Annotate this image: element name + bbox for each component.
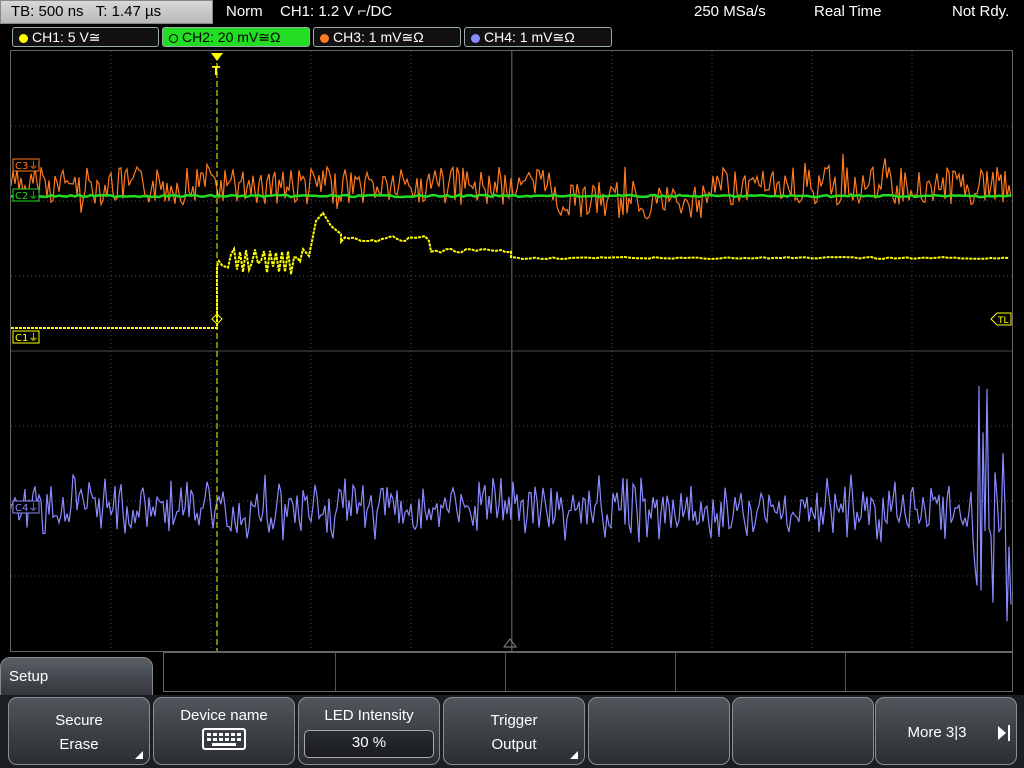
ch1-dot-icon	[19, 34, 28, 43]
channel-tab-label: CH4: 1 mV≅Ω	[484, 29, 575, 45]
svg-text:C4⏚: C4⏚	[15, 502, 38, 514]
scope-canvas[interactable]: T C1⏚ C3⏚ C2⏚ C4⏚ TL	[11, 51, 1012, 651]
horizontal-position-marker-icon	[503, 638, 517, 648]
ch3-dot-icon	[320, 34, 329, 43]
channel-bar: CH1: 5 V≅ CH2: 20 mV≅Ω CH3: 1 mV≅Ω CH4: …	[0, 27, 1024, 49]
graticule	[11, 51, 1012, 651]
submenu-corner-icon	[135, 751, 143, 759]
measurement-bar[interactable]	[163, 652, 1013, 692]
ch1-waveform	[11, 211, 1010, 329]
softkey-label: Secure	[55, 712, 103, 729]
measurement-cell[interactable]	[335, 653, 506, 691]
ch2-ground-marker[interactable]: C2⏚	[12, 188, 40, 202]
ch2-dot-icon	[169, 34, 178, 43]
ch4-dot-icon	[471, 34, 480, 43]
channel-tab-label: CH1: 5 V≅	[32, 29, 101, 45]
softkey-bar: Secure Erase Device name LED Intensity 3…	[0, 695, 1024, 768]
svg-text:TL: TL	[997, 316, 1009, 326]
submenu-corner-icon	[570, 751, 578, 759]
measurement-cell[interactable]	[675, 653, 846, 691]
page-end-icon	[1008, 725, 1010, 741]
empty-softkey[interactable]	[732, 697, 874, 765]
trigger-level-marker[interactable]: TL	[990, 312, 1012, 326]
ch2-waveform	[11, 193, 1012, 199]
ch4-ground-marker[interactable]: C4⏚	[12, 500, 40, 514]
channel-tab-label: CH3: 1 mV≅Ω	[333, 29, 424, 45]
trigger-mode[interactable]: Norm	[226, 3, 263, 20]
svg-text:C2⏚: C2⏚	[15, 190, 38, 202]
softkey-label: Device name	[180, 707, 268, 724]
arrow-right-icon	[998, 726, 1006, 740]
waveform-display[interactable]: T C1⏚ C3⏚ C2⏚ C4⏚ TL	[10, 50, 1013, 652]
svg-text:T: T	[212, 64, 221, 78]
channel-tab-ch1[interactable]: CH1: 5 V≅	[12, 27, 159, 47]
channel-tab-label: CH2: 20 mV≅Ω	[182, 29, 281, 45]
status-bar: TB: 500 ns T: 1.47 µs Norm CH1: 1.2 V ⌐/…	[0, 0, 1024, 26]
acquisition-mode: Real Time	[814, 3, 882, 20]
trigger-output-button[interactable]: Trigger Output	[443, 697, 585, 765]
menu-title: Setup	[0, 657, 153, 699]
softkey-label: LED Intensity	[324, 707, 414, 724]
ch3-ground-marker[interactable]: C3⏚	[12, 158, 40, 172]
empty-softkey[interactable]	[588, 697, 730, 765]
keyboard-icon	[202, 728, 246, 750]
channel-tab-ch3[interactable]: CH3: 1 mV≅Ω	[313, 27, 461, 47]
softkey-label: Erase	[59, 736, 99, 753]
device-name-button[interactable]: Device name	[153, 697, 295, 765]
softkey-label: More 3|3	[907, 724, 967, 741]
channel-tab-ch2[interactable]: CH2: 20 mV≅Ω	[162, 27, 310, 47]
more-button[interactable]: More 3|3	[875, 697, 1017, 765]
secure-erase-button[interactable]: Secure Erase	[8, 697, 150, 765]
measurement-cell[interactable]	[164, 653, 336, 691]
svg-text:C1⏚: C1⏚	[15, 332, 38, 344]
led-intensity-button[interactable]: LED Intensity 30 %	[298, 697, 440, 765]
trigger-marker-icon[interactable]: T	[211, 53, 223, 78]
measurement-cell[interactable]	[505, 653, 676, 691]
svg-text:C3⏚: C3⏚	[15, 160, 38, 172]
softkey-label: Output	[491, 736, 537, 753]
softkey-label: Trigger	[490, 712, 538, 729]
timebase-readout[interactable]: TB: 500 ns T: 1.47 µs	[0, 0, 213, 24]
led-intensity-value[interactable]: 30 %	[304, 730, 434, 758]
sample-rate: 250 MSa/s	[694, 3, 766, 20]
trigger-setting[interactable]: CH1: 1.2 V ⌐/DC	[280, 3, 392, 20]
channel-tab-ch4[interactable]: CH4: 1 mV≅Ω	[464, 27, 612, 47]
ch1-ground-marker[interactable]: C1⏚	[12, 330, 40, 344]
trigger-state: Not Rdy.	[952, 3, 1010, 20]
